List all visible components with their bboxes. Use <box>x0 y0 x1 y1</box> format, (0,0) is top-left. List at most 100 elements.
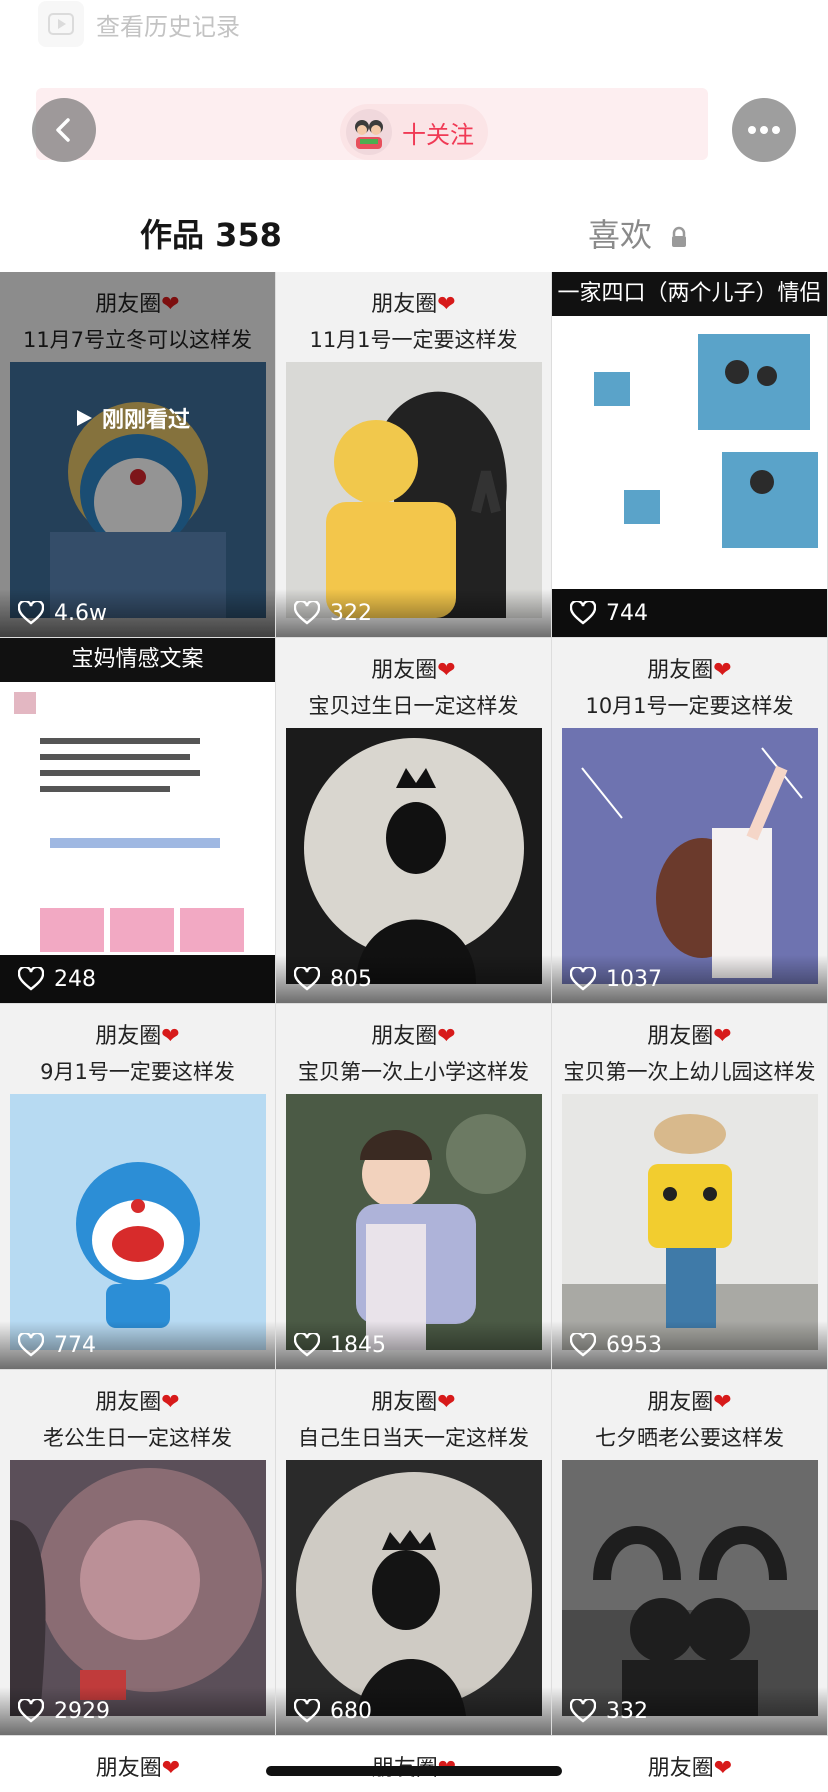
tab-works[interactable]: 作品 358 <box>140 210 282 256</box>
likes-count: 4.6w <box>54 600 107 626</box>
card-subtitle: 自己生日当天一定这样发 <box>298 1426 529 1450</box>
heart-emoji-icon: ❤ <box>713 1024 732 1049</box>
video-card[interactable]: 宝妈情感文案 248 <box>0 638 276 1004</box>
likes-count: 744 <box>606 600 648 626</box>
card-subtitle: 11月1号一定要这样发 <box>309 328 518 352</box>
likes-counter: 774 <box>0 1321 275 1369</box>
likes-counter: 744 <box>552 589 827 637</box>
partial-card-title[interactable]: 朋友圈❤ <box>0 1740 276 1792</box>
partial-card-title[interactable]: 朋友圈❤ <box>552 1740 828 1792</box>
video-card[interactable]: 朋友圈❤ 宝贝过生日一定这样发 805 <box>276 638 552 1004</box>
likes-count: 6953 <box>606 1332 662 1358</box>
video-card[interactable]: 朋友圈❤ 9月1号一定要这样发 774 <box>0 1004 276 1370</box>
cover-art <box>10 688 266 954</box>
card-header: 朋友圈❤ 七夕晒老公要这样发 <box>552 1370 827 1460</box>
card-title: 朋友圈 <box>371 1390 438 1415</box>
tab-likes[interactable]: 喜欢 <box>588 210 688 256</box>
likes-counter: 248 <box>0 955 275 1003</box>
card-title: 朋友圈 <box>647 1390 714 1415</box>
watched-label: 刚刚看过 <box>102 408 191 433</box>
card-title: 朋友圈 <box>647 658 714 683</box>
play-icon <box>77 410 92 426</box>
likes-counter: 4.6w <box>0 589 275 637</box>
lock-icon <box>672 226 687 247</box>
follow-label: 十关注 <box>402 120 474 149</box>
heart-outline-icon <box>18 967 44 991</box>
cover-art <box>10 1094 266 1350</box>
card-title: 朋友圈 <box>371 658 438 683</box>
video-card[interactable]: 朋友圈❤ 自己生日当天一定这样发 680 <box>276 1370 552 1736</box>
card-subtitle: 宝贝第一次上小学这样发 <box>298 1060 529 1084</box>
video-card[interactable]: 朋友圈❤ 老公生日一定这样发 2929 <box>0 1370 276 1736</box>
tab-works-label: 作品 358 <box>140 216 282 254</box>
watched-badge: 刚刚看过 <box>74 402 190 434</box>
likes-count: 1845 <box>330 1332 386 1358</box>
heart-emoji-icon: ❤ <box>161 1024 180 1049</box>
cover-art <box>562 728 818 984</box>
likes-count: 774 <box>54 1332 96 1358</box>
heart-outline-icon <box>18 601 44 625</box>
cover-art <box>10 1460 266 1716</box>
card-title: 朋友圈 <box>371 292 438 317</box>
card-banner: 宝妈情感文案 <box>0 638 275 682</box>
card-header: 朋友圈❤ 宝贝第一次上小学这样发 <box>276 1004 551 1094</box>
history-hint[interactable]: 查看历史记录 <box>38 0 278 48</box>
cover-art <box>286 728 542 984</box>
heart-emoji-icon: ❤ <box>437 292 456 317</box>
play-history-icon <box>38 1 84 47</box>
card-subtitle: 老公生日一定这样发 <box>43 1426 232 1450</box>
heart-outline-icon <box>294 967 320 991</box>
cover-art <box>562 1094 818 1350</box>
likes-counter: 805 <box>276 955 551 1003</box>
card-header: 朋友圈❤ 宝贝过生日一定这样发 <box>276 638 551 728</box>
heart-outline-icon <box>294 1699 320 1723</box>
home-indicator[interactable] <box>266 1766 562 1776</box>
likes-counter: 6953 <box>552 1321 827 1369</box>
profile-header: 十关注 <box>0 84 828 180</box>
likes-counter: 332 <box>552 1687 827 1735</box>
likes-count: 332 <box>606 1698 648 1724</box>
heart-outline-icon <box>294 601 320 625</box>
heart-outline-icon <box>18 1333 44 1357</box>
card-subtitle: 宝贝过生日一定这样发 <box>308 694 519 718</box>
video-card[interactable]: 朋友圈❤ 11月1号一定要这样发 322 <box>276 272 552 638</box>
follow-button[interactable]: 十关注 <box>340 104 488 160</box>
video-card[interactable]: 朋友圈❤ 10月1号一定要这样发 1037 <box>552 638 828 1004</box>
cover-art <box>562 1460 818 1716</box>
more-horizontal-icon <box>748 126 780 134</box>
chevron-left-icon <box>56 118 70 142</box>
heart-outline-icon <box>18 1699 44 1723</box>
likes-counter: 680 <box>276 1687 551 1735</box>
heart-emoji-icon: ❤ <box>713 1390 732 1415</box>
watched-overlay <box>0 272 275 637</box>
profile-tabs: 作品 358 喜欢 <box>0 196 828 276</box>
tab-likes-label: 喜欢 <box>588 216 653 254</box>
likes-count: 2929 <box>54 1698 110 1724</box>
likes-counter: 322 <box>276 589 551 637</box>
heart-emoji-icon: ❤ <box>161 1390 180 1415</box>
card-header: 朋友圈❤ 自己生日当天一定这样发 <box>276 1370 551 1460</box>
video-card[interactable]: 朋友圈❤ 宝贝第一次上幼儿园这样发 6953 <box>552 1004 828 1370</box>
card-title: 朋友圈 <box>371 1024 438 1049</box>
likes-count: 248 <box>54 966 96 992</box>
heart-outline-icon <box>570 1699 596 1723</box>
likes-count: 805 <box>330 966 372 992</box>
likes-counter: 2929 <box>0 1687 275 1735</box>
card-banner: 一家四口（两个儿子）情侣头像 <box>552 272 827 350</box>
back-button[interactable] <box>32 98 96 162</box>
video-card[interactable]: 朋友圈❤ 11月7号立冬可以这样发 刚刚看过 4.6w <box>0 272 276 638</box>
likes-counter: 1037 <box>552 955 827 1003</box>
video-card[interactable]: 朋友圈❤ 七夕晒老公要这样发 332 <box>552 1370 828 1736</box>
likes-count: 322 <box>330 600 372 626</box>
heart-outline-icon <box>570 967 596 991</box>
video-grid: 朋友圈❤ 11月7号立冬可以这样发 刚刚看过 4.6w 朋友圈❤ 11月1号一定… <box>0 272 828 1736</box>
avatar <box>346 109 392 155</box>
card-subtitle: 9月1号一定要这样发 <box>40 1060 235 1084</box>
cover-art <box>286 362 542 618</box>
cover-art <box>562 322 818 588</box>
more-button[interactable] <box>732 98 796 162</box>
video-card[interactable]: 朋友圈❤ 宝贝第一次上小学这样发 1845 <box>276 1004 552 1370</box>
cover-art <box>286 1094 542 1350</box>
video-card[interactable]: 一家四口（两个儿子）情侣头像 744 <box>552 272 828 638</box>
card-header: 朋友圈❤ 宝贝第一次上幼儿园这样发 <box>552 1004 827 1094</box>
